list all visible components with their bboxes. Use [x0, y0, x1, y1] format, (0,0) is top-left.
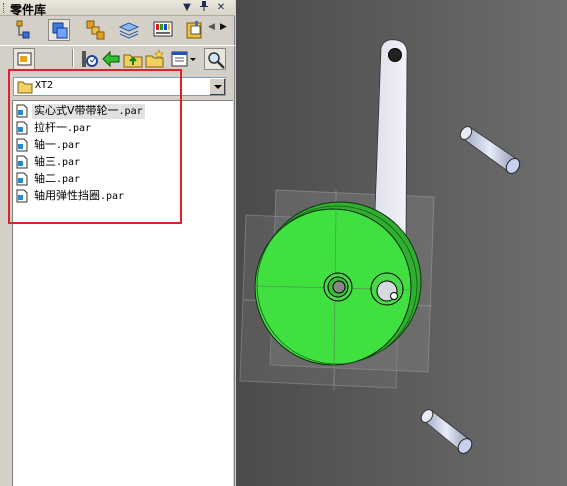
- panel-titlebar: 零件库 ▼ ✕: [0, 0, 235, 17]
- folder-select-value: XT2: [35, 80, 54, 91]
- folder-up-icon[interactable]: [78, 48, 100, 70]
- folder-icon: [17, 80, 33, 97]
- pin-icon[interactable]: [197, 0, 211, 15]
- chevron-down-icon[interactable]: [209, 78, 225, 95]
- file-name: 轴三.par: [34, 155, 81, 168]
- 3d-viewport[interactable]: [236, 0, 567, 486]
- views-menu-icon[interactable]: [170, 48, 198, 70]
- toolbar-separator: [72, 49, 74, 67]
- part-file-icon: [15, 155, 29, 169]
- part-file-icon: [15, 104, 29, 118]
- file-name: 轴用弹性挡圈.par: [34, 189, 125, 202]
- scroll-left-icon[interactable]: ◀: [208, 22, 215, 32]
- parts-icon[interactable]: [48, 19, 70, 41]
- file-name: 轴一.par: [34, 138, 81, 151]
- part-file-icon: [15, 172, 29, 186]
- assembly-icon[interactable]: [84, 19, 106, 41]
- search-icon[interactable]: [204, 48, 226, 70]
- scroll-right-icon[interactable]: ▶: [220, 22, 227, 32]
- shaft-lower: [420, 409, 473, 454]
- panel-title: 零件库: [10, 3, 47, 17]
- toolbar-top: ◀ ▶: [0, 17, 235, 43]
- viewport-scene: [239, 39, 521, 454]
- part-library-panel: 零件库 ▼ ✕ ◀ ▶ XT2 实心式V带带轮一.par 拉杆一.par 轴一.…: [0, 0, 235, 486]
- part-file-icon: [15, 189, 29, 203]
- part-file-icon: [15, 138, 29, 152]
- lever-arm: [373, 39, 408, 241]
- grip-handle[interactable]: [3, 3, 6, 13]
- new-folder-icon[interactable]: [144, 48, 166, 70]
- part-file-icon: [15, 121, 29, 135]
- shaft-upper: [459, 126, 521, 174]
- library-icon[interactable]: [184, 19, 206, 41]
- close-icon[interactable]: ✕: [214, 0, 228, 15]
- tree-icon[interactable]: [10, 19, 32, 41]
- back-icon[interactable]: [100, 48, 122, 70]
- file-name: 轴二.par: [34, 172, 81, 185]
- view-icon[interactable]: [13, 48, 35, 70]
- dropdown-icon[interactable]: ▼: [180, 0, 194, 15]
- file-name: 实心式V带带轮一.par: [32, 104, 145, 119]
- up-folder-icon[interactable]: [122, 48, 144, 70]
- file-name: 拉杆一.par: [34, 121, 92, 134]
- toolbar-bottom: [0, 45, 235, 71]
- folder-select[interactable]: XT2: [13, 77, 226, 96]
- file-list: 实心式V带带轮一.par 拉杆一.par 轴一.par 轴三.par 轴二.par 轴用弹…: [12, 100, 233, 486]
- palette-icon[interactable]: [152, 19, 174, 41]
- layers-icon[interactable]: [118, 19, 140, 41]
